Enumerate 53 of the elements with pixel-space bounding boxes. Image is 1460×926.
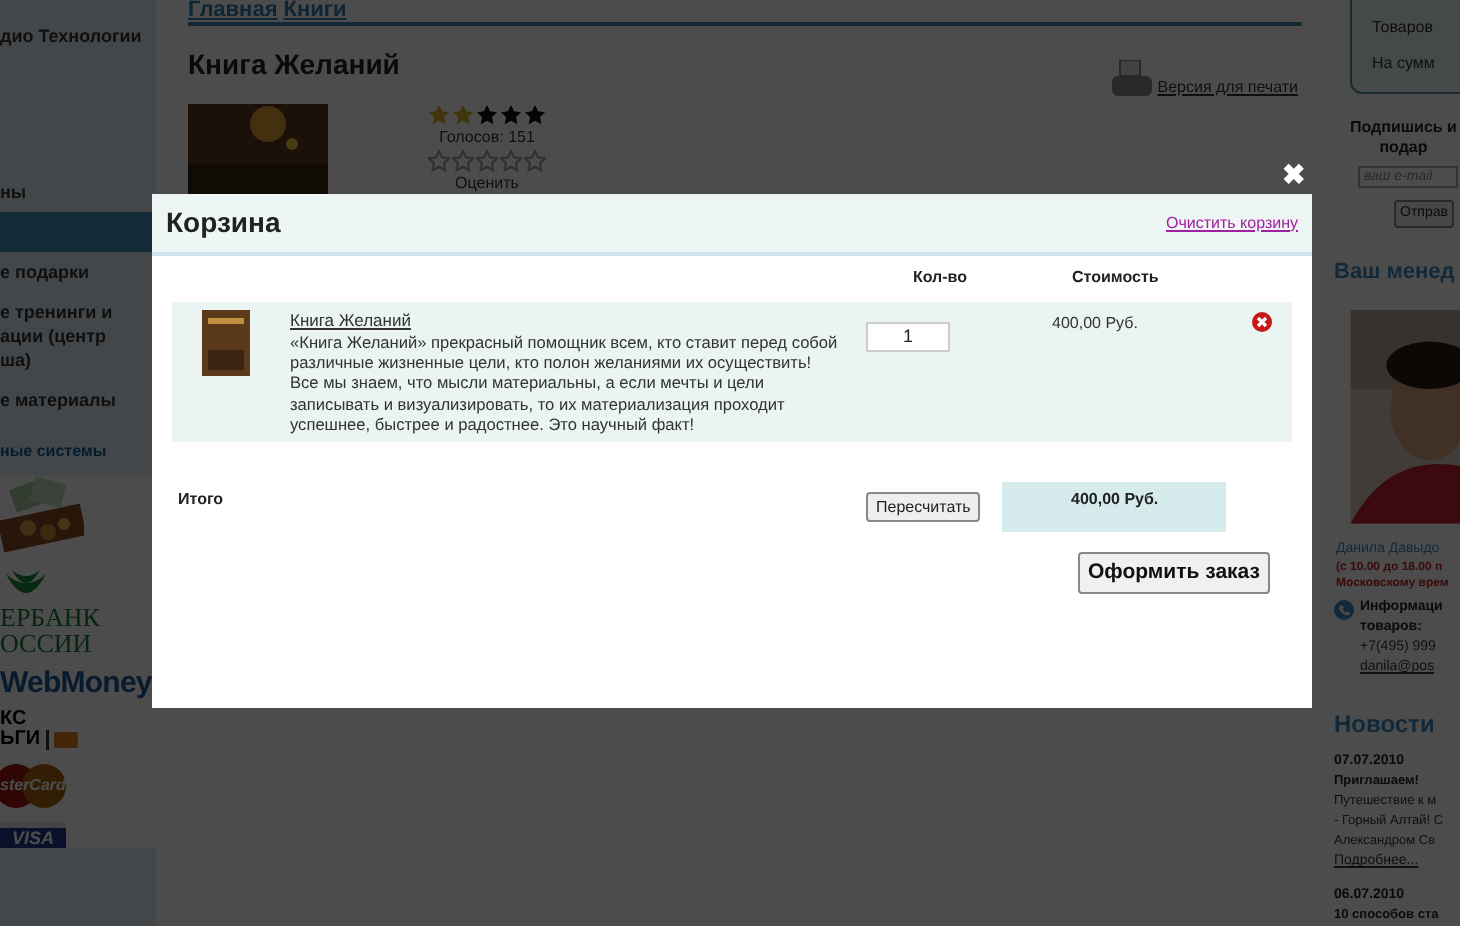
menu-item[interactable] [0,211,156,251]
webmoney-logo: WebMoney [0,667,152,697]
news-title: Новости [1334,708,1435,742]
breadcrumb-link[interactable]: Главная [188,0,278,22]
total-label: Итого [178,488,226,513]
total-amount: 400,00 Руб. [1002,482,1227,533]
star-icon [476,104,498,126]
product-link[interactable]: Книга Желаний [290,310,411,332]
delete-icon[interactable] [1252,312,1272,332]
menu-item[interactable]: ны [0,171,156,211]
price: 400,00 Руб. [1050,312,1140,336]
menu-item[interactable]: е тренинги и ации (центр ша) [0,291,156,379]
yandex-money-logo: ЬГИ [0,729,41,749]
recalculate-button[interactable]: Пересчитать [866,492,981,523]
vote-label: Оценить [455,172,519,196]
star-icon [452,104,474,126]
star-icon [476,150,498,172]
visa-logo: VISA [0,821,67,847]
product-description: «Книга Желаний» прекрасный помощник всем, кто ставит перед собой различные жизненные цели, кто полон желаниями их осуществить! Все мы знаем, что мысли материальны, а если мечты и цели записывать и визуализировать, то их материализация проходит успешнее, быстрее и радостнее. Это научный факт! [290,332,840,435]
cart-summary-box: Товаров На сумм [1350,0,1460,94]
star-icon [524,150,546,172]
menu-item[interactable]: е подарки [0,251,156,291]
manager-title: Ваш менед [1334,258,1455,289]
section-title: ные системы [0,439,109,463]
yandex-money-logo: КС [0,709,29,729]
star-icon [428,150,450,172]
printer-icon [1109,60,1154,100]
dialog-title: Корзина [166,204,281,242]
column-header: Кол-во [910,266,969,290]
breadcrumb-link[interactable]: Книги [283,0,347,22]
star-icon [452,150,474,172]
star-icon [524,104,546,126]
vote-count: Голосов: 151 [439,126,535,150]
bank-name: ОССИИ [0,629,92,655]
star-icon [500,104,522,126]
place-order-button[interactable]: Оформить заказ [1077,552,1270,595]
subscribe-title: Подпишись и [1350,117,1457,138]
clear-cart-link[interactable]: Очистить корзину [1166,211,1298,235]
star-icon [428,104,450,126]
mastercard-logo: sterCard [0,761,68,809]
phone-icon [1334,600,1354,620]
wallet-icon [46,729,79,749]
book-cover-icon [202,310,250,376]
column-header: Стоимость [1070,266,1161,290]
print-link[interactable]: Версия для печати [1157,76,1298,100]
site-name: дио Технологии [0,24,144,50]
subscribe-title: подар [1379,137,1428,158]
menu-item[interactable]: е материалы [0,379,156,419]
star-icon [500,150,522,172]
close-button[interactable]: ✖ [1282,160,1306,188]
quantity-field[interactable]: 1 [866,321,950,351]
product-title: Книга Желаний [188,46,400,84]
bank-name: ЕРБАНК [0,603,100,629]
